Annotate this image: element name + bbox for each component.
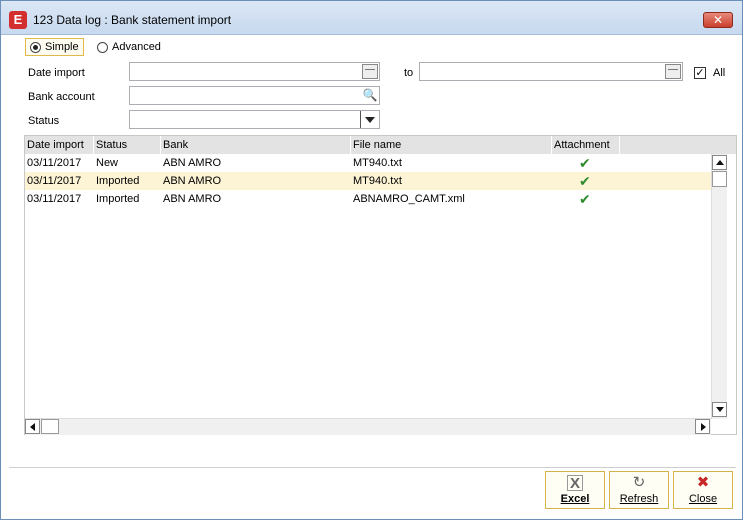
attachment-check-icon: ✔ [579,173,591,189]
cell-status: Imported [96,175,140,187]
table-row[interactable]: 03/11/2017 Imported ABN AMRO ABNAMRO_CAM… [25,190,711,208]
horizontal-scrollbar[interactable] [25,418,711,435]
bank-account-label: Bank account [28,91,95,103]
chevron-down-icon[interactable] [365,117,375,123]
table-row[interactable]: 03/11/2017 New ABN AMRO MT940.txt ✔ [25,154,711,172]
vertical-scrollbar[interactable] [711,154,727,419]
cell-date: 03/11/2017 [27,157,82,169]
status-label: Status [28,115,60,127]
scroll-down-button[interactable] [712,402,727,417]
date-import-label: Date import [28,67,85,79]
radio-checked-icon [30,41,41,53]
excel-icon: X [567,475,583,492]
window-title: 123 Data log : Bank statement import [33,13,232,27]
column-header-bank[interactable]: Bank [161,136,351,154]
window-close-button[interactable]: ✕ [703,12,733,28]
all-checkbox[interactable]: ✓ [694,67,706,79]
date-import-from-field[interactable] [129,62,380,81]
attachment-check-icon: ✔ [579,155,591,171]
column-header-attachment[interactable]: Attachment [552,136,620,154]
attachment-check-icon: ✔ [579,191,591,207]
scroll-right-button[interactable] [695,419,710,434]
cell-date: 03/11/2017 [27,193,82,205]
to-label: to [404,67,414,79]
scroll-up-button[interactable] [712,155,727,170]
advanced-radio[interactable]: Advanced [97,38,161,56]
cell-file-name: MT940.txt [353,157,402,169]
advanced-radio-label: Advanced [112,41,161,53]
excel-button[interactable]: X Excel [545,471,605,509]
cell-file-name: ABNAMRO_CAMT.xml [353,193,465,205]
app-logo-icon: E [9,11,27,29]
date-import-to-field[interactable] [419,62,683,81]
scroll-left-button[interactable] [25,419,40,434]
cell-bank: ABN AMRO [163,175,222,187]
column-header-file-name[interactable]: File name [351,136,552,154]
cell-status: New [96,157,119,169]
arrow-up-icon [716,160,724,165]
refresh-icon: ↻ [632,474,646,491]
cell-date: 03/11/2017 [27,175,82,187]
horizontal-scroll-thumb[interactable] [41,419,59,434]
column-header-status[interactable]: Status [94,136,161,154]
arrow-left-icon [30,423,35,431]
arrow-right-icon [701,423,706,431]
close-button[interactable]: ✖ Close [673,471,733,509]
refresh-button[interactable]: ↻ Refresh [609,471,669,509]
cell-status: Imported [96,193,140,205]
all-label: All [713,67,726,79]
import-log-grid: Date import Status Bank File name Attach… [24,135,737,435]
simple-radio-label: Simple [45,41,79,53]
column-header-date-import[interactable]: Date import [25,136,94,154]
status-dropdown[interactable] [129,110,380,129]
close-button-label: Close [688,493,718,505]
arrow-down-icon [716,407,724,412]
lookup-icon[interactable]: 🔍 [362,88,378,103]
simple-radio[interactable]: Simple [25,38,84,56]
calendar-icon[interactable] [362,64,378,79]
table-row-selected[interactable]: 03/11/2017 Imported ABN AMRO MT940.txt ✔ [25,172,711,190]
footer-divider [9,467,736,468]
bank-account-field[interactable]: 🔍 [129,86,380,105]
cell-bank: ABN AMRO [163,157,222,169]
calendar-icon[interactable] [665,64,681,79]
dropdown-separator [360,111,361,128]
dialog-content: Simple Advanced Date import to ✓ All Ban… [9,35,737,467]
cell-bank: ABN AMRO [163,193,222,205]
vertical-scroll-thumb[interactable] [712,171,727,187]
close-icon: ✖ [696,474,710,491]
radio-unchecked-icon [97,41,108,53]
grid-header: Date import Status Bank File name Attach… [25,136,736,154]
refresh-button-label: Refresh [619,493,659,505]
cell-file-name: MT940.txt [353,175,402,187]
excel-button-label: Excel [560,493,590,505]
title-bar[interactable]: E 123 Data log : Bank statement import ✕ [1,1,742,35]
dialog-window: E 123 Data log : Bank statement import ✕… [0,0,743,520]
